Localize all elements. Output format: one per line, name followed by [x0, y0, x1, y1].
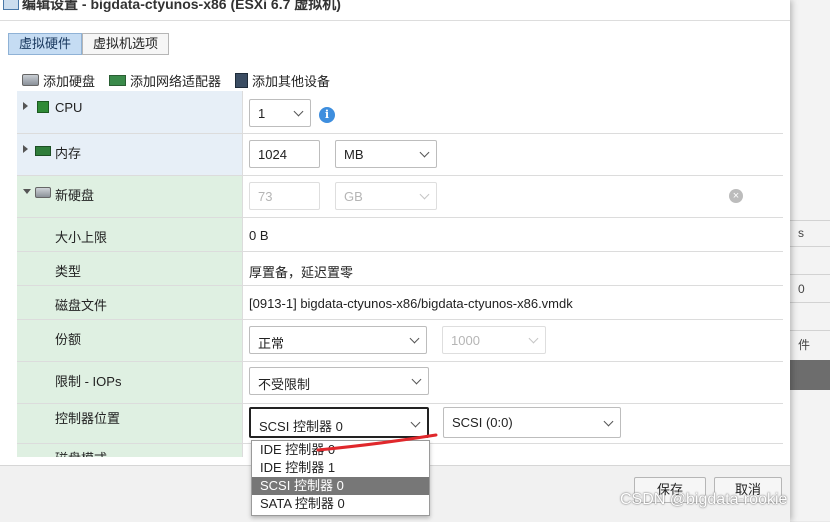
red-annotation-line [316, 433, 438, 452]
annotation-stroke [316, 433, 438, 452]
watermark: CSDN @bigdata-rookie [620, 491, 788, 508]
